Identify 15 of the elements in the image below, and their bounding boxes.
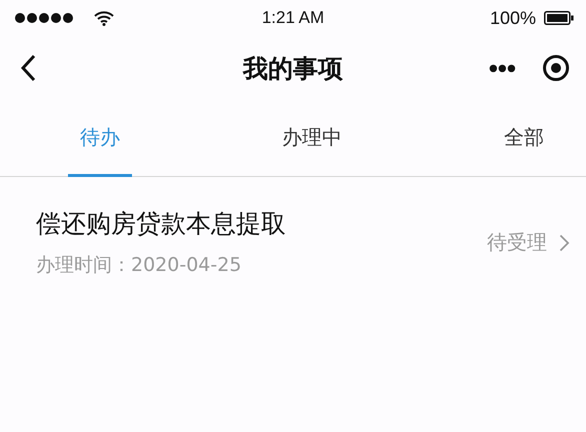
- more-button[interactable]: •••: [488, 55, 516, 81]
- status-time: 1:21 AM: [262, 8, 324, 28]
- wifi-icon: [94, 10, 114, 26]
- battery-icon: [544, 11, 574, 25]
- tab[interactable]: 全部: [492, 100, 556, 177]
- item-date: 办理时间：2020-04-25: [36, 253, 242, 278]
- list-item[interactable]: 偿还购房贷款本息提取 办理时间：2020-04-25 待受理: [0, 177, 586, 278]
- item-title: 偿还购房贷款本息提取: [36, 208, 287, 240]
- battery-percent: 100%: [490, 8, 536, 28]
- item-status: 待受理: [487, 229, 547, 256]
- target-icon[interactable]: [542, 54, 570, 82]
- page-title: 我的事项: [243, 52, 343, 84]
- tab[interactable]: 办理中: [270, 100, 354, 177]
- back-icon[interactable]: [20, 54, 36, 82]
- chevron-right-icon: [559, 234, 570, 252]
